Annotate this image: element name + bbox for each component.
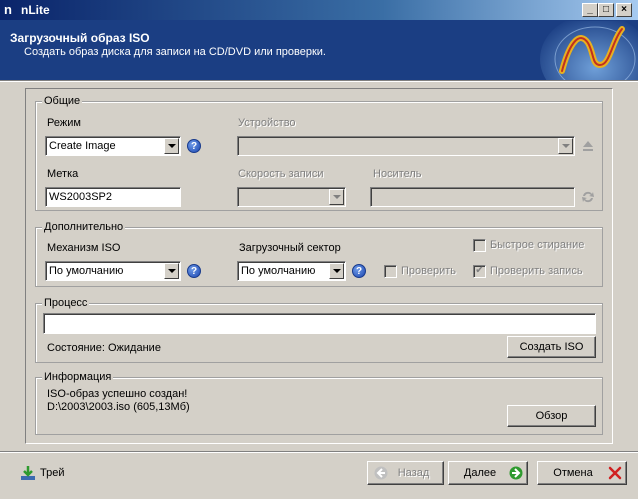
label-input[interactable]: WS2003SP2 (45, 187, 181, 207)
iso-engine-label: Механизм ISO (47, 242, 121, 254)
help-icon[interactable]: ? (187, 139, 201, 153)
general-group: Общие Режим Create Image ? Устройство Ме… (35, 95, 603, 211)
page-title: Загрузочный образ ISO (10, 31, 150, 45)
cancel-button[interactable]: Отмена (537, 461, 627, 485)
boot-sector-label: Загрузочный сектор (239, 242, 341, 254)
verify-write-checkbox[interactable]: ✔ (473, 265, 486, 278)
device-label: Устройство (238, 117, 296, 129)
media-label: Носитель (373, 168, 422, 180)
window-title: nLite (21, 3, 50, 17)
chevron-down-icon[interactable] (329, 263, 344, 279)
general-legend: Общие (42, 95, 83, 107)
page-subtitle: Создать образ диска для записи на CD/DVD… (24, 46, 326, 58)
next-label: Далее (463, 467, 497, 479)
mode-select[interactable]: Create Image (45, 136, 181, 156)
cancel-label: Отмена (553, 467, 593, 479)
status-text: Состояние: Ожидание (47, 342, 161, 354)
help-icon[interactable]: ? (187, 264, 201, 278)
browse-button[interactable]: Обзор (507, 405, 596, 427)
tray-button[interactable]: Трей (20, 465, 80, 483)
close-x-icon (608, 466, 622, 480)
info-line-2: D:\2003\2003.iso (605,13Мб) (47, 401, 190, 413)
header-divider (0, 80, 638, 82)
info-line-1: ISO-образ успешно создан! (47, 388, 188, 400)
boot-sector-value: По умолчанию (241, 265, 316, 277)
mode-label: Режим (47, 117, 81, 129)
make-iso-button[interactable]: Создать ISO (507, 336, 596, 358)
iso-engine-value: По умолчанию (49, 265, 124, 277)
info-legend: Информация (42, 371, 114, 383)
maximize-button[interactable]: □ (598, 3, 614, 17)
app-icon: n (4, 2, 12, 17)
write-speed-label: Скорость записи (238, 168, 324, 180)
nlite-logo-icon (540, 21, 638, 80)
chevron-down-icon[interactable] (164, 263, 179, 279)
progress-bar (43, 313, 596, 334)
iso-engine-select[interactable]: По умолчанию (45, 261, 181, 281)
advanced-group: Дополнительно Механизм ISO По умолчанию … (35, 221, 603, 287)
quick-erase-label: Быстрое стирание (490, 239, 585, 251)
next-arrow-icon (509, 466, 523, 480)
process-legend: Процесс (42, 297, 90, 309)
quick-erase-checkbox[interactable] (473, 239, 486, 252)
device-select[interactable] (237, 136, 575, 156)
minimize-button[interactable]: _ (582, 3, 598, 17)
chevron-down-icon[interactable] (558, 138, 573, 154)
make-iso-label: Создать ISO (519, 341, 584, 353)
verify-checkbox[interactable] (384, 265, 397, 278)
verify-label: Проверить (401, 265, 457, 277)
chevron-down-icon[interactable] (164, 138, 179, 154)
browse-label: Обзор (535, 410, 568, 422)
close-button[interactable]: × (616, 3, 632, 17)
footer-divider (0, 451, 638, 453)
main-panel: Общие Режим Create Image ? Устройство Ме… (25, 88, 613, 444)
refresh-icon[interactable] (580, 189, 596, 205)
process-group: Процесс Состояние: Ожидание Создать ISO (35, 297, 603, 363)
media-field[interactable] (370, 187, 575, 207)
next-button[interactable]: Далее (448, 461, 528, 485)
label-label: Метка (47, 168, 79, 180)
help-icon[interactable]: ? (352, 264, 366, 278)
tray-icon (21, 466, 35, 480)
eject-icon[interactable] (580, 138, 596, 154)
label-value: WS2003SP2 (49, 191, 112, 203)
wizard-header: Загрузочный образ ISO Создать образ диск… (0, 20, 638, 80)
mode-value: Create Image (49, 140, 116, 152)
boot-sector-select[interactable]: По умолчанию (237, 261, 346, 281)
advanced-legend: Дополнительно (42, 221, 126, 233)
back-button[interactable]: Назад (367, 461, 444, 485)
verify-write-label: Проверить запись (490, 265, 583, 277)
chevron-down-icon[interactable] (329, 189, 344, 205)
back-arrow-icon (374, 466, 388, 480)
info-group: Информация ISO-образ успешно создан! D:\… (35, 371, 603, 435)
write-speed-select[interactable] (237, 187, 346, 207)
title-bar[interactable]: n nLite _ □ × (0, 0, 638, 20)
tray-label: Трей (40, 467, 65, 479)
